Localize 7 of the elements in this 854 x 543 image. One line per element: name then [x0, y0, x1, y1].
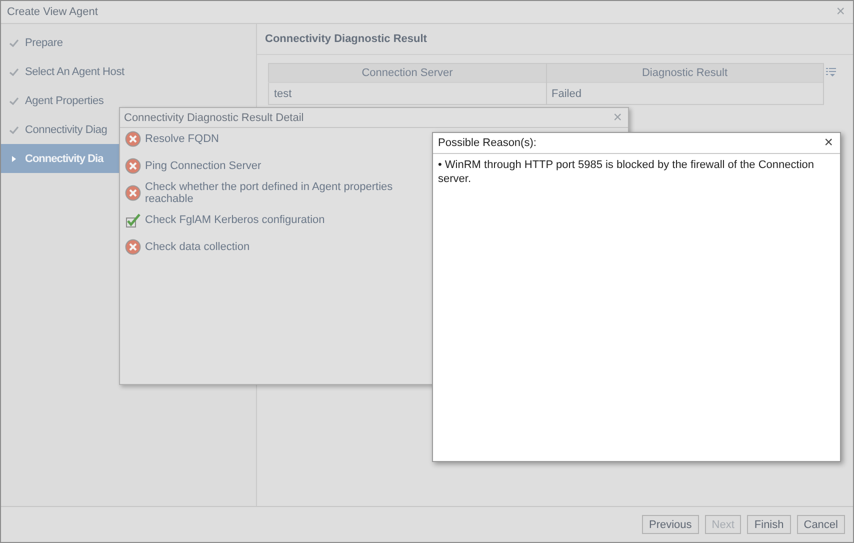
- panel-title: Connectivity Diagnostic Result: [265, 33, 427, 45]
- window-title: Create View Agent: [7, 6, 98, 18]
- reason-text: • WinRM through HTTP port 5985 is blocked by the firewall of the Connection server.: [437, 158, 815, 187]
- table-cell: test: [268, 82, 546, 104]
- popup-title: Possible Reason(s):: [438, 137, 536, 149]
- dialog-title: Connectivity Diagnostic Result Detail: [124, 112, 304, 124]
- table-cell: Failed: [546, 82, 824, 104]
